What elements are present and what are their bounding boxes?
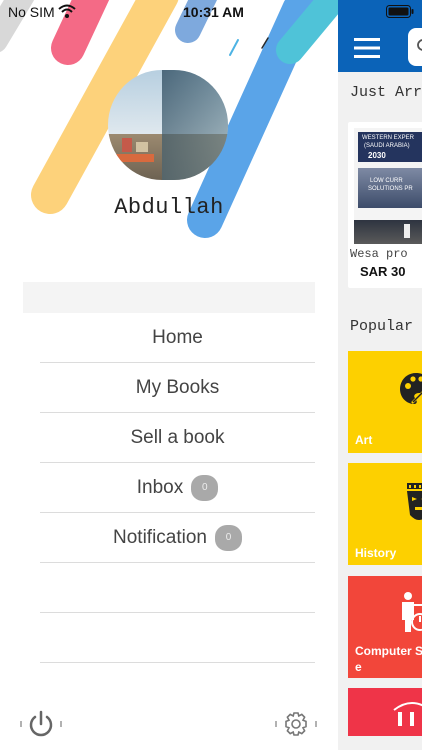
category-label: Art <box>355 433 373 447</box>
category-label-line2: e <box>355 660 362 674</box>
menu-item-sell-a-book[interactable]: Sell a book <box>40 413 315 463</box>
search-input[interactable] <box>408 28 422 66</box>
menu-item-my-books[interactable]: My Books <box>40 363 315 413</box>
menu-item-label: Notification <box>113 526 207 548</box>
side-drawer: Abdullah Home My Books Sell a book Inbox… <box>0 0 338 750</box>
book-price: SAR 30 <box>360 264 406 279</box>
cover-text: (SAUDI ARABIA) <box>364 143 410 149</box>
menu-item-label: Inbox <box>136 476 184 498</box>
search-icon <box>417 39 422 51</box>
building-icon <box>393 702 422 726</box>
menu-item-inbox[interactable]: Inbox 0 <box>40 463 315 513</box>
category-tile-art[interactable]: Art <box>348 351 422 453</box>
section-title-just-arrived: Just Arr <box>350 84 422 101</box>
battery-icon <box>386 5 414 18</box>
inbox-count-badge: 0 <box>191 474 219 501</box>
cover-text: WESTERN EXPER <box>362 135 415 141</box>
menu-item-home[interactable]: Home <box>40 313 315 363</box>
user-name: Abdullah <box>114 195 224 220</box>
category-label: Computer S <box>355 644 422 658</box>
menu-header-bar <box>23 282 315 313</box>
category-tile[interactable] <box>348 688 422 736</box>
palette-icon <box>400 373 422 404</box>
profile-avatar[interactable] <box>108 70 228 180</box>
drawer-menu: Home My Books Sell a book Inbox 0 Notifi… <box>40 313 315 663</box>
menu-item-empty <box>40 563 315 613</box>
cover-text: 2030 <box>368 151 386 160</box>
book-cover-image: WESTERN EXPER (SAUDI ARABIA) 2030 LOW CU… <box>354 128 422 244</box>
notification-count-badge: 0 <box>215 524 242 551</box>
carrier-label: No SIM <box>8 4 55 20</box>
category-tile-history[interactable]: History <box>348 463 422 565</box>
cover-text: SOLUTIONS PR <box>368 186 413 192</box>
power-icon[interactable] <box>18 708 64 740</box>
main-screen: Just Arr WESTERN EXPER (SAUDI ARABIA) 20… <box>338 0 422 750</box>
category-tile-computer-science[interactable]: Computer S e <box>348 576 422 678</box>
status-bar: No SIM 10:31 AM <box>0 0 422 24</box>
wifi-icon <box>58 4 76 18</box>
menu-item-label: Sell a book <box>130 426 225 448</box>
menu-item-notification[interactable]: Notification 0 <box>40 513 315 563</box>
menu-item-empty <box>40 613 315 663</box>
hamburger-menu-icon[interactable] <box>354 38 380 58</box>
cover-text: LOW CURR <box>370 178 403 184</box>
category-label: History <box>355 546 397 560</box>
tribal-mask-icon <box>407 483 422 520</box>
clock: 10:31 AM <box>183 4 244 20</box>
teacher-computer-icon <box>402 592 422 632</box>
section-title-popular: Popular <box>350 318 414 335</box>
book-title: Wesa pro <box>350 247 408 261</box>
gear-icon[interactable] <box>272 708 320 740</box>
menu-item-label: My Books <box>135 376 220 398</box>
menu-item-label: Home <box>152 326 203 348</box>
